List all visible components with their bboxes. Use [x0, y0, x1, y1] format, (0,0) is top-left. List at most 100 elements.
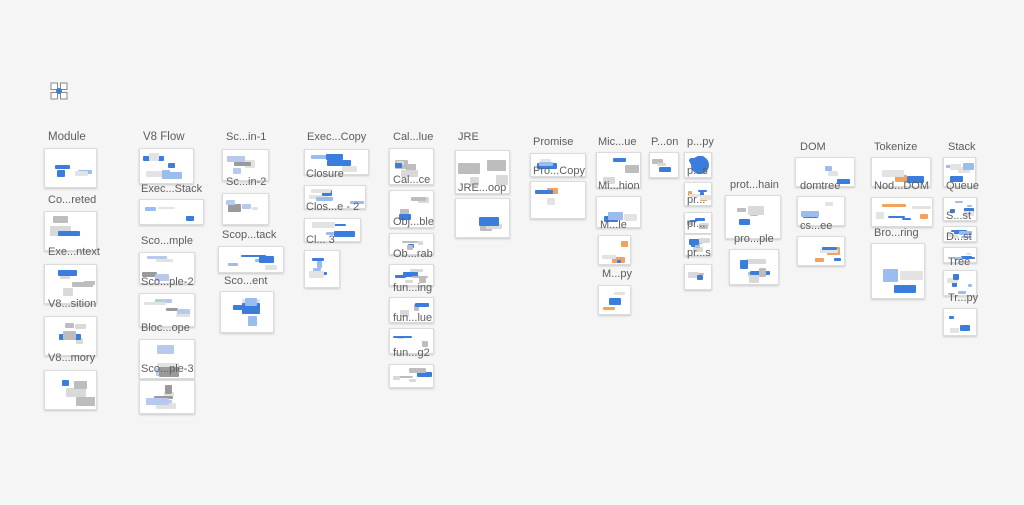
frame-title[interactable]: Exe...ntext: [48, 246, 100, 259]
frame-title[interactable]: Nod...DOM: [874, 180, 929, 193]
frame-title[interactable]: Sc...in-1: [226, 131, 266, 144]
frame-title[interactable]: S...st: [946, 210, 971, 223]
frame-thumbnail[interactable]: [222, 193, 269, 225]
frame-title[interactable]: Scop...tack: [222, 229, 276, 242]
frame-thumbnail[interactable]: [139, 380, 195, 414]
frame-title[interactable]: Co...reted: [48, 194, 96, 207]
thumbnail-shape: [825, 202, 833, 206]
frame-thumbnail[interactable]: [871, 197, 933, 227]
thumbnail-shape: [326, 154, 343, 160]
thumbnail-shape: [968, 284, 972, 287]
whiteboard-canvas[interactable]: Module Co...reted Exe...ntext V8...sition V8…: [0, 0, 1024, 505]
thumbnail-shape: [312, 258, 324, 261]
frame-title[interactable]: Bro...ring: [874, 227, 919, 240]
thumbnail-shape: [613, 158, 626, 162]
frame-title[interactable]: Clos...e - 2: [306, 201, 359, 214]
frame-thumbnail[interactable]: [220, 291, 274, 333]
frame-title[interactable]: Promise: [533, 136, 573, 149]
frame-title[interactable]: JRE: [458, 131, 479, 144]
thumbnail-shape: [66, 388, 86, 397]
frame-thumbnail[interactable]: [729, 249, 779, 285]
frame-title[interactable]: Bloc...ope: [141, 322, 190, 335]
frame-title[interactable]: Sco...ple-3: [141, 363, 194, 376]
frame-title[interactable]: Tr...py: [948, 292, 978, 305]
frame-title[interactable]: Stack: [948, 141, 976, 154]
frame-title[interactable]: cs...ee: [800, 220, 832, 233]
frame-title[interactable]: Closure: [306, 168, 344, 181]
thumbnail-shape: [759, 268, 766, 277]
frame-title[interactable]: V8 Flow: [143, 131, 185, 144]
thumbnail-shape: [65, 323, 74, 328]
frame-title[interactable]: pr...: [687, 218, 705, 231]
frame-title[interactable]: Cal...ce: [393, 174, 430, 187]
frame-title[interactable]: pr...: [687, 194, 705, 207]
frame-thumbnail[interactable]: [455, 198, 510, 238]
frame-title[interactable]: fun...lue: [393, 312, 432, 325]
frame-title[interactable]: Exec...Stack: [141, 183, 202, 196]
frame-thumbnail[interactable]: [943, 308, 977, 336]
frame-title[interactable]: Cal...lue: [393, 131, 433, 144]
frame-title[interactable]: prot...hain: [730, 179, 779, 192]
frame-title[interactable]: M...le: [600, 219, 627, 232]
frame-title[interactable]: pr...s: [687, 247, 711, 260]
frame-title[interactable]: JRE...oop: [458, 182, 506, 195]
frame-thumbnail[interactable]: [44, 148, 97, 188]
thumbnail-shape: [614, 292, 625, 295]
thumbnail-shape: [822, 247, 837, 250]
frame-title[interactable]: V8...sition: [48, 298, 96, 311]
frame-title[interactable]: p...py: [687, 136, 714, 149]
frame-thumbnail[interactable]: [44, 370, 97, 410]
thumbnail-shape: [393, 336, 412, 338]
thumbnail-shape: [259, 256, 274, 263]
frame-title[interactable]: V8...mory: [48, 352, 95, 365]
frame-title[interactable]: Tokenize: [874, 141, 917, 154]
frame-title[interactable]: Obj...ble: [393, 216, 434, 229]
frame-title[interactable]: Sco...mple: [141, 235, 193, 248]
thumbnail-shape: [395, 163, 402, 168]
frame-title[interactable]: P...on: [651, 136, 678, 149]
frame-title[interactable]: fun...g2: [393, 347, 430, 360]
thumbnail-shape: [317, 261, 322, 268]
frame-title[interactable]: Tree: [948, 256, 970, 269]
thumbnail-shape: [226, 200, 235, 205]
frame-title[interactable]: Ob...rab: [393, 248, 433, 261]
frame-title[interactable]: Sco...ent: [224, 275, 267, 288]
frame-thumbnail[interactable]: [649, 152, 679, 178]
frame-title[interactable]: Mic...ue: [598, 136, 637, 149]
frame-title[interactable]: Sco...ple-2: [141, 276, 194, 289]
frame-thumbnail[interactable]: [871, 243, 925, 299]
frame-thumbnail[interactable]: [598, 235, 631, 265]
frame-thumbnail[interactable]: [139, 148, 194, 184]
frame-thumbnail[interactable]: [530, 181, 586, 219]
frame-title[interactable]: Mi...hion: [598, 180, 640, 193]
frame-thumbnail[interactable]: [389, 364, 434, 388]
frame-thumbnail[interactable]: [598, 285, 631, 315]
frame-title[interactable]: pro...ple: [734, 233, 774, 246]
frame-thumbnail[interactable]: [304, 250, 340, 288]
frame-title[interactable]: domtree: [800, 180, 840, 193]
frame-thumbnail[interactable]: [684, 264, 712, 290]
frame-thumbnail[interactable]: [44, 316, 97, 356]
frame-title[interactable]: D...st: [946, 231, 972, 244]
frame-thumbnail[interactable]: [218, 246, 284, 273]
frame-thumbnail[interactable]: [139, 199, 204, 225]
frame-thumbnail[interactable]: [44, 211, 97, 251]
thumbnail-shape: [75, 324, 86, 329]
thumbnail-shape: [748, 206, 764, 215]
frame-title[interactable]: Cl... 3: [306, 234, 335, 247]
frame-tool-icon[interactable]: [50, 82, 68, 100]
thumbnail-shape: [888, 216, 905, 218]
thumbnail-shape: [960, 325, 970, 331]
frame-thumbnail[interactable]: [797, 236, 845, 266]
frame-title[interactable]: Exec...Copy: [307, 131, 366, 144]
frame-title[interactable]: p...s: [687, 165, 708, 178]
frame-title[interactable]: Pro...Copy: [533, 165, 585, 178]
frame-title[interactable]: Sc...in-2: [226, 176, 266, 189]
frame-title[interactable]: Module: [48, 131, 86, 144]
frame-title[interactable]: fun...ing: [393, 282, 432, 295]
frame-title[interactable]: M...py: [602, 268, 632, 281]
frame-title[interactable]: DOM: [800, 141, 826, 154]
thumbnail-shape: [158, 207, 175, 209]
frame-title[interactable]: Queue: [946, 180, 979, 193]
thumbnail-shape: [657, 163, 666, 166]
